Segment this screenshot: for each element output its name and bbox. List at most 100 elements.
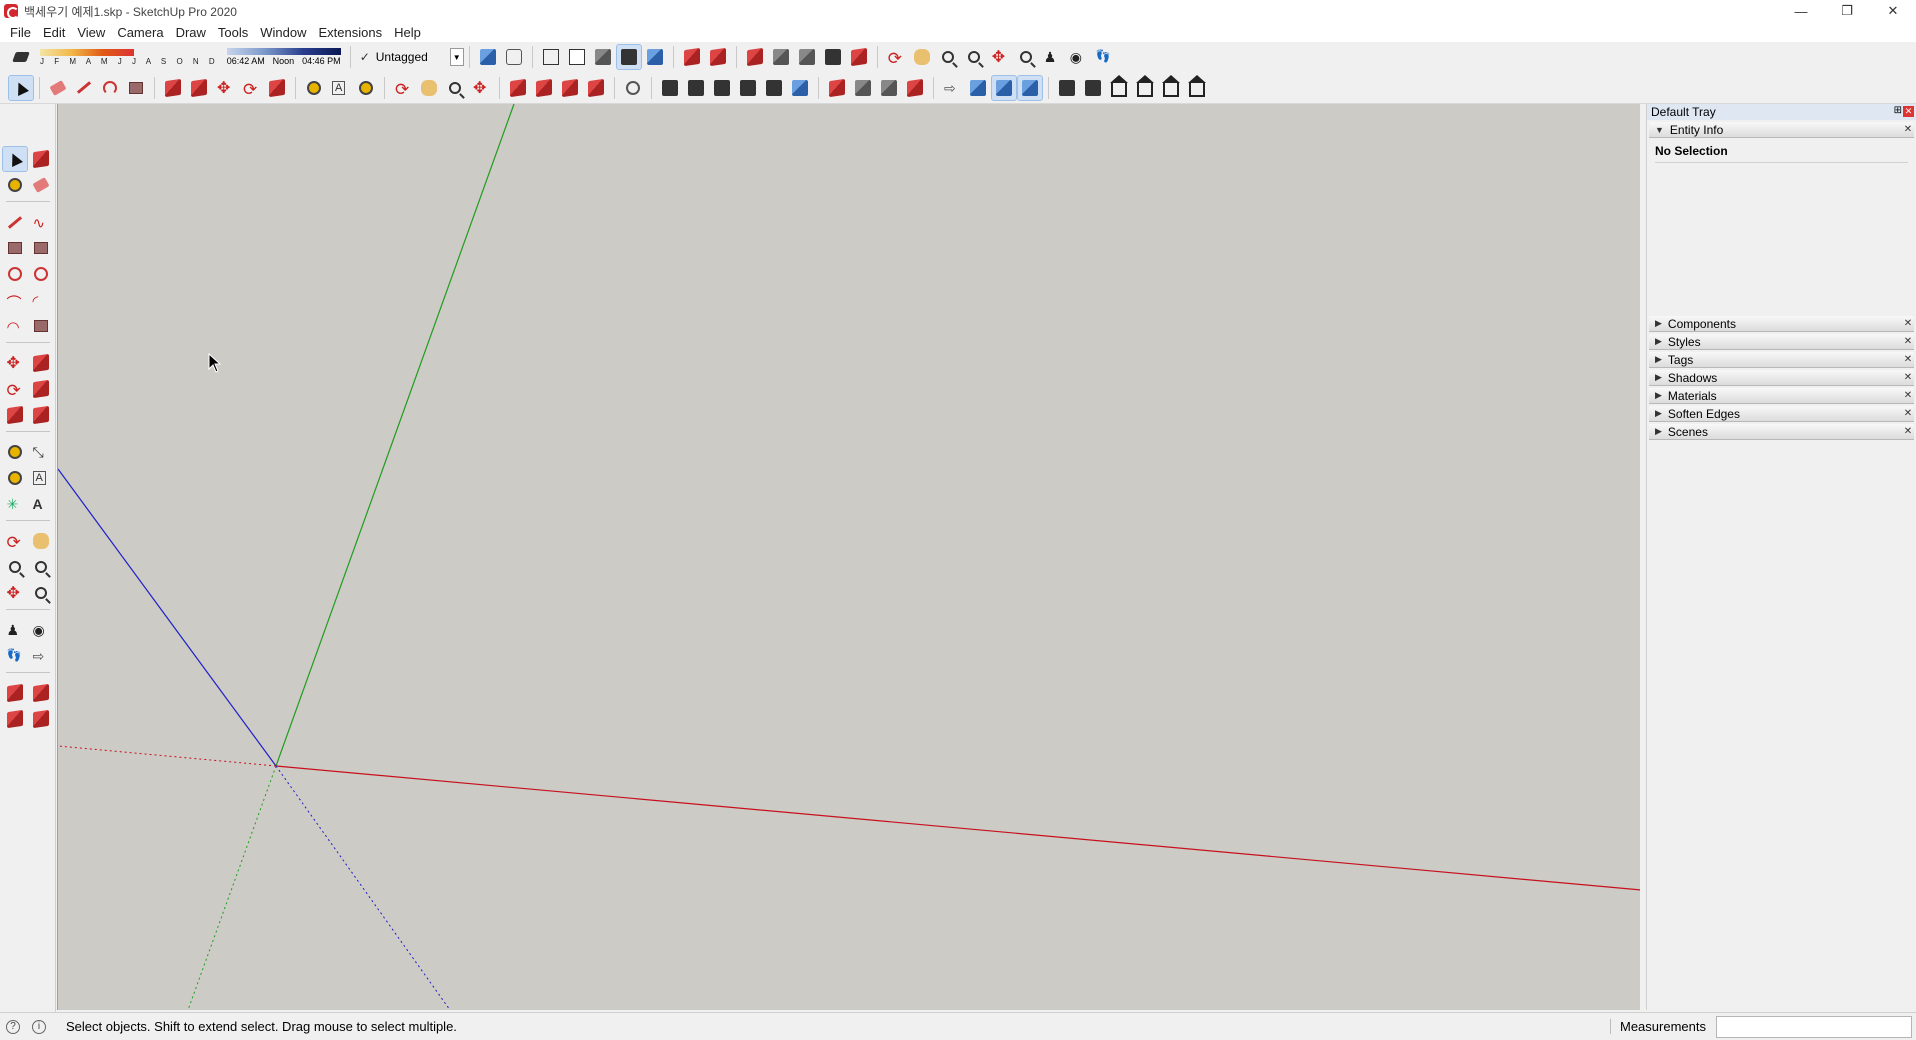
left-extension-manager-tool[interactable]: [29, 707, 53, 731]
geolocation-icon[interactable]: ?: [6, 1019, 20, 1034]
chevron-down-icon[interactable]: ▼: [449, 48, 464, 66]
line-tool-button[interactable]: [72, 76, 96, 100]
3d-warehouse-button[interactable]: [506, 76, 530, 100]
left-view-button[interactable]: [1185, 74, 1209, 100]
orbit-tool-button[interactable]: [391, 76, 415, 100]
left-pie-tool[interactable]: [29, 314, 53, 338]
left-rotate-tool[interactable]: [3, 377, 27, 401]
position-camera-button[interactable]: [1040, 45, 1064, 69]
panel-components[interactable]: ▶ Components ✕: [1649, 316, 1914, 332]
select-tool-button[interactable]: [8, 74, 34, 101]
left-orbit-tool[interactable]: [3, 529, 27, 553]
left-3pt-arc-tool[interactable]: ◠: [3, 314, 27, 338]
left-text-tool[interactable]: [29, 466, 53, 490]
zoom-extents-tool-button[interactable]: [469, 76, 493, 100]
offset-tool-button[interactable]: [187, 76, 211, 100]
panel-close-icon[interactable]: ✕: [1902, 407, 1914, 420]
drawing-viewport[interactable]: [57, 104, 1640, 1010]
trim-button[interactable]: [762, 76, 786, 100]
panel-close-icon[interactable]: ✕: [1902, 353, 1914, 366]
left-zoom-extents-tool[interactable]: [3, 581, 27, 605]
left-arc-tool[interactable]: ⌒: [3, 288, 27, 312]
menu-window[interactable]: Window: [254, 25, 312, 40]
rectangle-tool-button[interactable]: [124, 76, 148, 100]
scale-tool-button[interactable]: [265, 76, 289, 100]
left-component-tool[interactable]: [29, 147, 53, 171]
perspective-view-button[interactable]: [991, 74, 1017, 101]
walk-button[interactable]: [1092, 45, 1116, 69]
panel-scenes[interactable]: ▶ Scenes ✕: [1649, 424, 1914, 440]
panel-tags[interactable]: ▶ Tags ✕: [1649, 352, 1914, 368]
left-extension-warehouse-tool[interactable]: [29, 681, 53, 705]
left-eraser-tool[interactable]: [29, 173, 53, 197]
xray-button[interactable]: [476, 45, 500, 69]
panel-styles[interactable]: ▶ Styles ✕: [1649, 334, 1914, 350]
left-scale-tool[interactable]: [3, 403, 27, 427]
left-circle-tool[interactable]: [3, 262, 27, 286]
left-look-around-tool[interactable]: [29, 618, 53, 642]
left-3d-warehouse-tool[interactable]: [3, 681, 27, 705]
dimension-tool-button[interactable]: [328, 76, 352, 100]
arc-tool-button[interactable]: [98, 76, 122, 100]
previous-view-button[interactable]: [1014, 45, 1038, 69]
iso-view-button[interactable]: [966, 76, 990, 100]
menu-draw[interactable]: Draw: [170, 25, 212, 40]
left-dimension-tool[interactable]: ⤡: [29, 440, 53, 464]
tag-dropdown[interactable]: ✓ Untagged ▼: [360, 47, 464, 67]
shadows-toggle-button[interactable]: [9, 45, 33, 69]
left-paint-tool[interactable]: [3, 173, 27, 197]
left-2pt-arc-tool[interactable]: ◜: [29, 288, 53, 312]
panel-soften-edges[interactable]: ▶ Soften Edges ✕: [1649, 406, 1914, 422]
sandbox-from-contours-button[interactable]: [743, 45, 767, 69]
drape-button[interactable]: [847, 45, 871, 69]
restore-button[interactable]: ❐: [1824, 0, 1870, 22]
minimize-button[interactable]: —: [1778, 0, 1824, 22]
left-polygon-tool[interactable]: [29, 262, 53, 286]
subtract-button[interactable]: [736, 76, 760, 100]
left-rotated-rectangle-tool[interactable]: [29, 236, 53, 260]
push-pull-tool-button[interactable]: [161, 76, 185, 100]
look-around-button[interactable]: [1066, 45, 1090, 69]
fog-button[interactable]: [851, 76, 875, 100]
left-zoom-window-tool[interactable]: [29, 555, 53, 579]
orbit-button[interactable]: [884, 45, 908, 69]
follow-me-button[interactable]: ⇨: [940, 76, 964, 100]
zoom-extents-button[interactable]: [988, 45, 1012, 69]
shaded-button[interactable]: [591, 45, 615, 69]
left-offset-tool[interactable]: [29, 403, 53, 427]
edge-style-button[interactable]: [877, 76, 901, 100]
back-view-button[interactable]: [1159, 74, 1183, 100]
hidden-line-button[interactable]: [565, 45, 589, 69]
left-rectangle-tool[interactable]: [3, 236, 27, 260]
panel-entity-info[interactable]: ▼ Entity Info ✕: [1649, 122, 1914, 138]
extension-manager-button[interactable]: [584, 76, 608, 100]
menu-camera[interactable]: Camera: [111, 25, 169, 40]
menu-extensions[interactable]: Extensions: [313, 25, 389, 40]
left-zoom-tool[interactable]: [3, 555, 27, 579]
union-button[interactable]: [710, 76, 734, 100]
display-section-planes-button[interactable]: [706, 45, 730, 69]
share-model-button[interactable]: [558, 76, 582, 100]
panel-close-icon[interactable]: ✕: [1902, 123, 1914, 136]
left-previous-view-tool[interactable]: [29, 581, 53, 605]
paint-bucket-tool-button[interactable]: [354, 76, 378, 100]
left-move-tool[interactable]: [3, 351, 27, 375]
time-slider[interactable]: 06:42 AM Noon 04:46 PM: [226, 48, 341, 66]
panel-close-icon[interactable]: ✕: [1902, 335, 1914, 348]
smoove-button[interactable]: [795, 45, 819, 69]
panel-close-icon[interactable]: ✕: [1902, 317, 1914, 330]
two-point-view-button[interactable]: [1017, 74, 1043, 101]
tray-close-button[interactable]: ✕: [1903, 106, 1914, 117]
panel-shadows[interactable]: ▶ Shadows ✕: [1649, 370, 1914, 386]
pan-button[interactable]: [910, 45, 934, 69]
solid-tools-button[interactable]: [825, 76, 849, 100]
left-tape-measure-tool[interactable]: [3, 440, 27, 464]
pan-tool-button[interactable]: [417, 76, 441, 100]
menu-view[interactable]: View: [71, 25, 111, 40]
menu-file[interactable]: File: [4, 25, 37, 40]
right-view-button[interactable]: [1133, 74, 1157, 100]
left-protractor-tool[interactable]: [3, 466, 27, 490]
zoom-window-button[interactable]: [962, 45, 986, 69]
panel-close-icon[interactable]: ✕: [1902, 371, 1914, 384]
menu-help[interactable]: Help: [388, 25, 427, 40]
